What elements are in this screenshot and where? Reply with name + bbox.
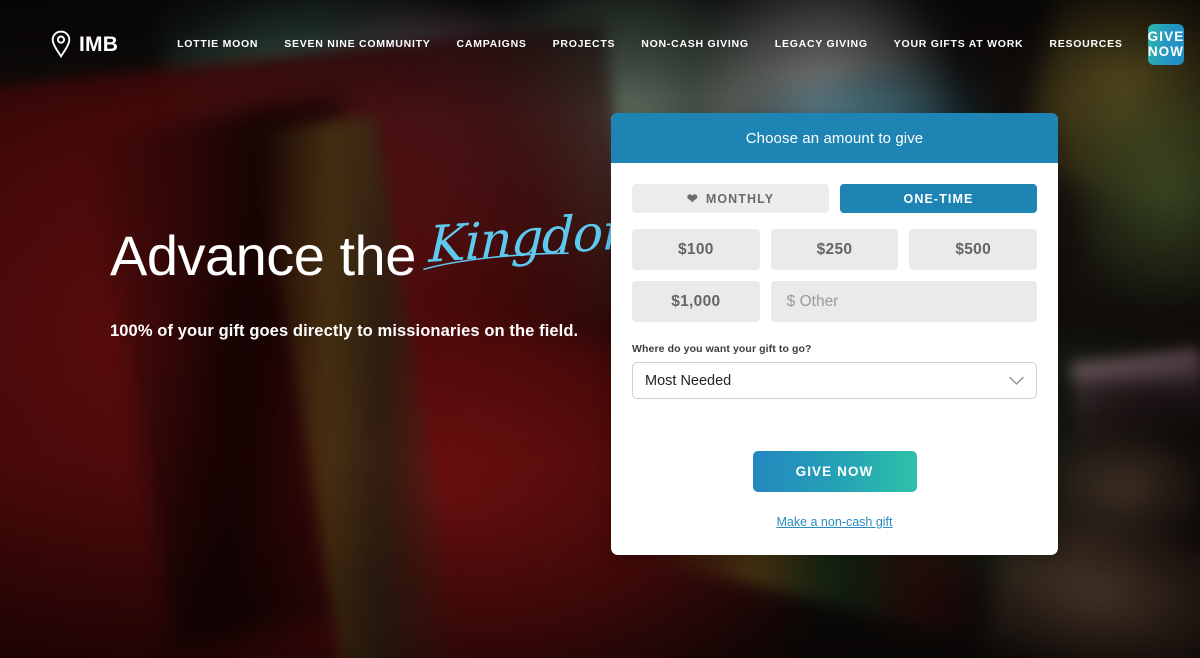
brand-name: IMB xyxy=(79,32,119,56)
heart-icon: ❤ xyxy=(686,191,699,206)
frequency-one-time-label: ONE-TIME xyxy=(903,191,974,206)
give-card: Choose an amount to give ❤ MONTHLY ONE-T… xyxy=(611,113,1058,555)
hero-copy: Advance the Kingdom 100% of your gift go… xyxy=(110,200,649,341)
amount-button-1000[interactable]: $1,000 xyxy=(632,281,760,322)
frequency-toggle-group: ❤ MONTHLY ONE-TIME xyxy=(632,184,1037,213)
give-card-body: ❤ MONTHLY ONE-TIME $100 $250 $500 $1,000… xyxy=(611,163,1058,555)
designation-select-wrapper: Most Needed xyxy=(632,362,1037,399)
main-navigation: LOTTIE MOON SEVEN NINE COMMUNITY CAMPAIG… xyxy=(164,32,1136,56)
give-card-title: Choose an amount to give xyxy=(745,129,924,147)
frequency-monthly-button[interactable]: ❤ MONTHLY xyxy=(632,184,829,213)
nav-item-non-cash-giving[interactable]: NON-CASH GIVING xyxy=(628,32,762,56)
nav-item-lottie-moon[interactable]: LOTTIE MOON xyxy=(164,32,271,56)
give-card-header: Choose an amount to give xyxy=(611,113,1058,163)
amount-button-100[interactable]: $100 xyxy=(632,229,760,270)
brand-logo[interactable]: IMB xyxy=(50,30,118,58)
page-root: IMB LOTTIE MOON SEVEN NINE COMMUNITY CAM… xyxy=(0,0,1200,658)
nav-item-projects[interactable]: PROJECTS xyxy=(540,32,629,56)
nav-item-your-gifts-at-work[interactable]: YOUR GIFTS AT WORK xyxy=(881,32,1037,56)
designation-select[interactable]: Most Needed xyxy=(632,362,1037,399)
non-cash-gift-link[interactable]: Make a non-cash gift xyxy=(632,515,1037,529)
hero-title: Advance the Kingdom xyxy=(110,200,649,287)
hero-subtitle: 100% of your gift goes directly to missi… xyxy=(110,322,579,340)
nav-item-seven-nine-community[interactable]: SEVEN NINE COMMUNITY xyxy=(271,32,443,56)
location-pin-icon xyxy=(51,30,71,58)
designation-label: Where do you want your gift to go? xyxy=(632,343,812,355)
nav-item-campaigns[interactable]: CAMPAIGNS xyxy=(444,32,540,56)
amount-button-250[interactable]: $250 xyxy=(770,229,899,270)
hero-title-main: Advance the xyxy=(110,224,416,287)
site-header: IMB LOTTIE MOON SEVEN NINE COMMUNITY CAM… xyxy=(0,0,1200,88)
nav-item-legacy-giving[interactable]: LEGACY GIVING xyxy=(762,32,881,56)
frequency-monthly-label: MONTHLY xyxy=(705,191,775,206)
amount-button-500[interactable]: $500 xyxy=(909,229,1037,270)
nav-item-resources[interactable]: RESOURCES xyxy=(1036,32,1135,56)
amount-other-input[interactable] xyxy=(770,281,1037,322)
card-give-now-button[interactable]: GIVE NOW xyxy=(752,451,917,492)
amount-options-grid: $100 $250 $500 $1,000 xyxy=(632,229,1037,322)
header-give-now-button[interactable]: GIVE NOW xyxy=(1147,23,1185,65)
frequency-one-time-button[interactable]: ONE-TIME xyxy=(840,184,1037,213)
